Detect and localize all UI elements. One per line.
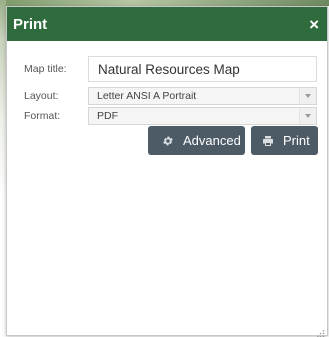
dialog-title: Print	[13, 15, 48, 33]
close-icon[interactable]: ×	[309, 16, 319, 33]
layout-row: Layout: Letter ANSI A Portrait	[24, 87, 327, 105]
layout-select[interactable]: Letter ANSI A Portrait	[88, 87, 317, 105]
print-dialog: Print × Map title: Layout: Letter ANSI A…	[6, 6, 328, 337]
advanced-button-label: Advanced	[183, 133, 241, 148]
layout-dropdown-button[interactable]	[299, 88, 316, 104]
screen: Print × Map title: Layout: Letter ANSI A…	[0, 0, 329, 337]
resize-grip-icon[interactable]	[317, 325, 325, 337]
print-button[interactable]: Print	[251, 126, 318, 155]
map-title-row: Map title:	[24, 56, 327, 82]
format-label: Format:	[24, 110, 61, 122]
print-form: Map title: Layout: Letter ANSI A Portrai…	[7, 41, 327, 125]
chevron-down-icon	[305, 114, 311, 118]
layout-label: Layout:	[24, 90, 59, 102]
map-title-input[interactable]	[89, 57, 316, 81]
dialog-actions: Advanced Print	[148, 126, 318, 155]
print-button-label: Print	[283, 133, 310, 148]
format-row: Format: PDF	[24, 107, 327, 125]
layout-select-value: Letter ANSI A Portrait	[97, 90, 197, 102]
printer-icon	[262, 135, 274, 147]
chevron-down-icon	[305, 94, 311, 98]
dialog-titlebar[interactable]: Print ×	[7, 7, 327, 41]
map-title-field-box	[88, 56, 317, 82]
format-dropdown-button[interactable]	[299, 108, 316, 124]
map-title-label: Map title:	[24, 63, 67, 75]
format-select-value: PDF	[97, 110, 118, 122]
format-select[interactable]: PDF	[88, 107, 317, 125]
gear-icon	[162, 135, 174, 147]
advanced-button[interactable]: Advanced	[148, 126, 245, 155]
